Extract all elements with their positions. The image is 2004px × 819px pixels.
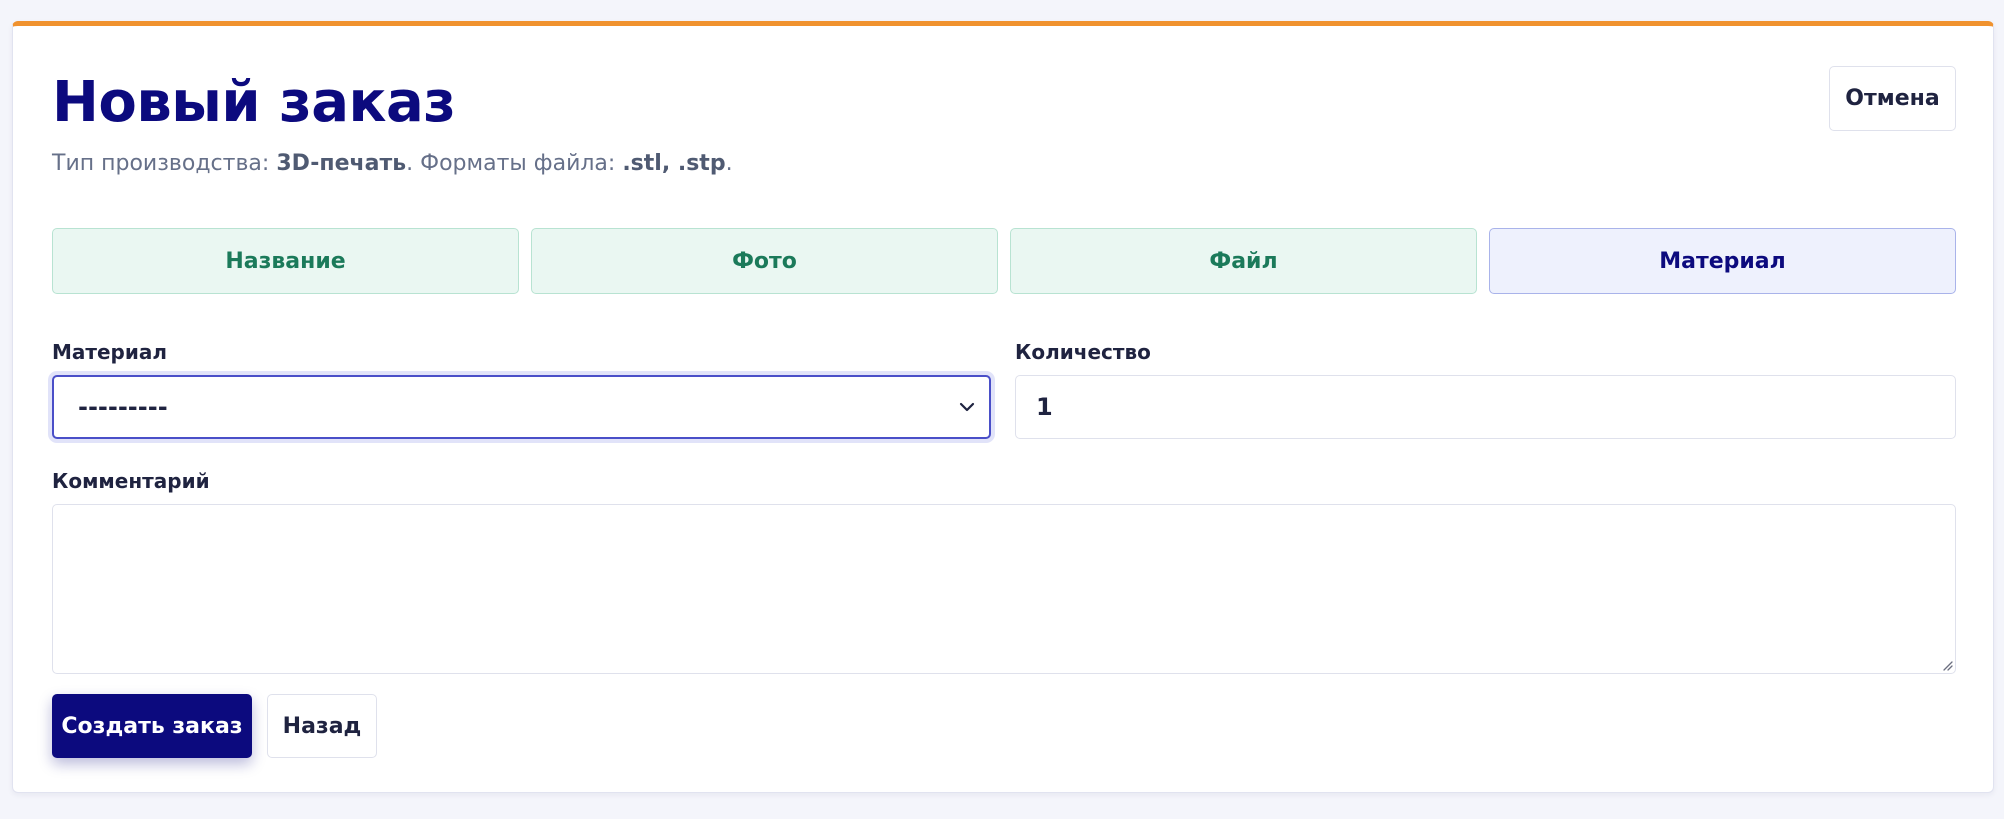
step-name[interactable]: Название — [52, 228, 519, 294]
cancel-button[interactable]: Отмена — [1829, 66, 1956, 131]
page-subtitle: Тип производства: 3D-печать. Форматы фай… — [52, 151, 733, 176]
subtitle-suffix: . — [725, 151, 733, 176]
subtitle-middle: . Форматы файла: — [406, 151, 623, 176]
material-label: Материал — [52, 340, 168, 364]
step-file[interactable]: Файл — [1010, 228, 1477, 294]
material-select[interactable]: --------- — [52, 375, 991, 439]
step-photo[interactable]: Фото — [531, 228, 998, 294]
comment-label: Комментарий — [52, 469, 210, 493]
page-title: Новый заказ — [52, 70, 456, 135]
resize-handle-icon[interactable] — [1941, 659, 1953, 671]
file-formats: .stl, .stp — [622, 151, 726, 176]
subtitle-prefix: Тип производства: — [52, 151, 277, 176]
comment-textarea[interactable] — [52, 504, 1956, 674]
quantity-input[interactable]: 1 — [1015, 375, 1956, 439]
step-material[interactable]: Материал — [1489, 228, 1956, 294]
production-type: 3D-печать — [276, 151, 407, 176]
back-button[interactable]: Назад — [267, 694, 377, 758]
quantity-label: Количество — [1015, 340, 1151, 364]
order-steps: Название Фото Файл Материал — [52, 228, 1956, 294]
new-order-card: Новый заказ Тип производства: 3D-печать.… — [12, 21, 1994, 793]
create-order-button[interactable]: Создать заказ — [52, 694, 252, 758]
chevron-down-icon — [959, 402, 975, 412]
material-selected-value: --------- — [78, 393, 168, 421]
